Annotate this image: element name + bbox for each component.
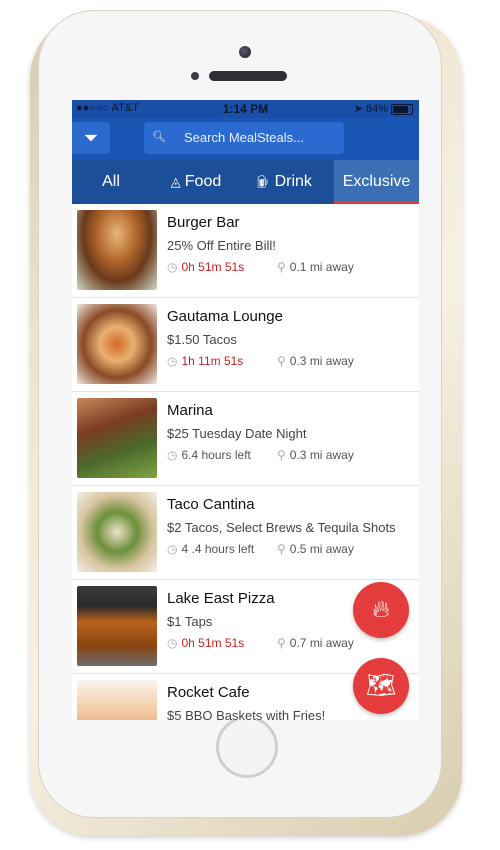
search-input[interactable]: 🔍︎ Search MealSteals...: [144, 122, 344, 154]
list-item[interactable]: Taco Cantina $2 Tacos, Select Brews & Te…: [72, 486, 419, 580]
deal-description: $1 Taps: [167, 614, 213, 629]
deal-meta: ◷ 4 .4 hours left ⚲ 0.5 mi away: [167, 542, 354, 556]
tab-label: Food: [184, 173, 222, 190]
tab-exclusive[interactable]: Exclusive: [334, 160, 419, 204]
filter-icon: ⏷: [83, 128, 99, 148]
deal-meta: ◷ 1h 11m 51s ⚲ 0.3 mi away: [167, 354, 354, 368]
deal-meta: ◷ 0h 51m 51s ⚲ 0.1 mi away: [167, 260, 354, 274]
distance-info: ⚲ 0.3 mi away: [277, 448, 354, 462]
clock-icon: ◷: [167, 260, 178, 274]
deal-photo: [77, 586, 157, 666]
time-remaining: 4 .4 hours left: [181, 542, 255, 556]
distance-info: ⚲ 0.5 mi away: [277, 542, 354, 556]
battery-indicator: ➤ 84%: [354, 102, 413, 115]
pizza-icon: ◬: [170, 174, 181, 189]
venue-name: Burger Bar: [167, 214, 240, 231]
home-button[interactable]: [216, 716, 278, 778]
tab-all[interactable]: All: [72, 160, 150, 204]
tab-drink[interactable]: 🍺︎ Drink: [240, 160, 326, 204]
location-pin-icon: ⚲: [277, 260, 286, 274]
tab-food[interactable]: ◬ Food: [156, 160, 236, 204]
hot-deals-button[interactable]: 🔥︎: [353, 582, 409, 638]
location-pin-icon: ⚲: [277, 448, 286, 462]
beer-mug-icon: 🍺︎: [254, 174, 271, 189]
venue-name: Marina: [167, 402, 213, 419]
battery-icon: [391, 103, 413, 115]
deal-meta: ◷ 6.4 hours left ⚲ 0.3 mi away: [167, 448, 354, 462]
deal-description: $25 Tuesday Date Night: [167, 426, 307, 441]
clock-icon: ◷: [167, 448, 178, 462]
venue-name: Gautama Lounge: [167, 308, 283, 325]
tab-label: Drink: [274, 173, 312, 190]
distance-label: 0.1 mi away: [289, 260, 354, 274]
deal-photo: [77, 680, 157, 720]
venue-name: Taco Cantina: [167, 496, 255, 513]
list-item[interactable]: Marina $25 Tuesday Date Night ◷ 6.4 hours…: [72, 392, 419, 486]
deal-list: Burger Bar 25% Off Entire Bill! ◷ 0h 51m …: [72, 204, 419, 720]
front-camera: [239, 46, 251, 58]
map-icon: 🗺︎: [365, 672, 397, 699]
deal-description: 25% Off Entire Bill!: [167, 238, 276, 253]
distance-info: ⚲ 0.7 mi away: [277, 636, 354, 650]
list-item[interactable]: Burger Bar 25% Off Entire Bill! ◷ 0h 51m …: [72, 204, 419, 298]
clock-icon: ◷: [167, 636, 178, 650]
location-pin-icon: ⚲: [277, 636, 286, 650]
clock-icon: ◷: [167, 354, 178, 368]
tab-label: Exclusive: [342, 173, 411, 190]
map-view-button[interactable]: 🗺︎: [353, 658, 409, 714]
earpiece-speaker: [209, 71, 287, 81]
deal-photo: [77, 398, 157, 478]
category-tabs: All ◬ Food 🍺︎ Drink Exclusive: [72, 160, 419, 204]
proximity-sensor: [191, 72, 199, 80]
distance-label: 0.5 mi away: [289, 542, 354, 556]
venue-name: Lake East Pizza: [167, 590, 275, 607]
time-remaining: 6.4 hours left: [181, 448, 251, 462]
deal-photo: [77, 210, 157, 290]
deal-description: $1.50 Tacos: [167, 332, 237, 347]
venue-name: Rocket Cafe: [167, 684, 250, 701]
deal-meta: ◷ 0h 51m 51s ⚲ 0.7 mi away: [167, 636, 354, 650]
distance-label: 0.7 mi away: [289, 636, 354, 650]
deal-photo: [77, 492, 157, 572]
distance-label: 0.3 mi away: [289, 448, 354, 462]
flame-icon: 🔥︎: [372, 596, 390, 623]
list-item[interactable]: Gautama Lounge $1.50 Tacos ◷ 1h 11m 51s ⚲…: [72, 298, 419, 392]
distance-info: ⚲ 0.3 mi away: [277, 354, 354, 368]
location-pin-icon: ⚲: [277, 542, 286, 556]
filter-button[interactable]: ⏷: [72, 122, 110, 154]
deal-description: $2 Tacos, Select Brews & Tequila Shots: [167, 520, 396, 535]
battery-percent: 84%: [365, 103, 388, 115]
status-bar: ●●○○○ AT&T 1:14 PM ➤ 84%: [72, 100, 419, 118]
time-remaining: 0h 51m 51s: [181, 260, 245, 274]
deal-photo: [77, 304, 157, 384]
search-header: ⏷ 🔍︎ Search MealSteals...: [72, 118, 419, 160]
location-pin-icon: ⚲: [277, 354, 286, 368]
deal-description: $5 BBQ Baskets with Fries!: [167, 708, 326, 720]
time-remaining: 1h 11m 51s: [181, 354, 244, 368]
clock-icon: ◷: [167, 542, 178, 556]
search-placeholder: Search MealSteals...: [184, 130, 304, 145]
time-remaining: 0h 51m 51s: [181, 636, 245, 650]
distance-label: 0.3 mi away: [289, 354, 354, 368]
distance-info: ⚲ 0.1 mi away: [277, 260, 354, 274]
tab-label: All: [102, 173, 120, 190]
